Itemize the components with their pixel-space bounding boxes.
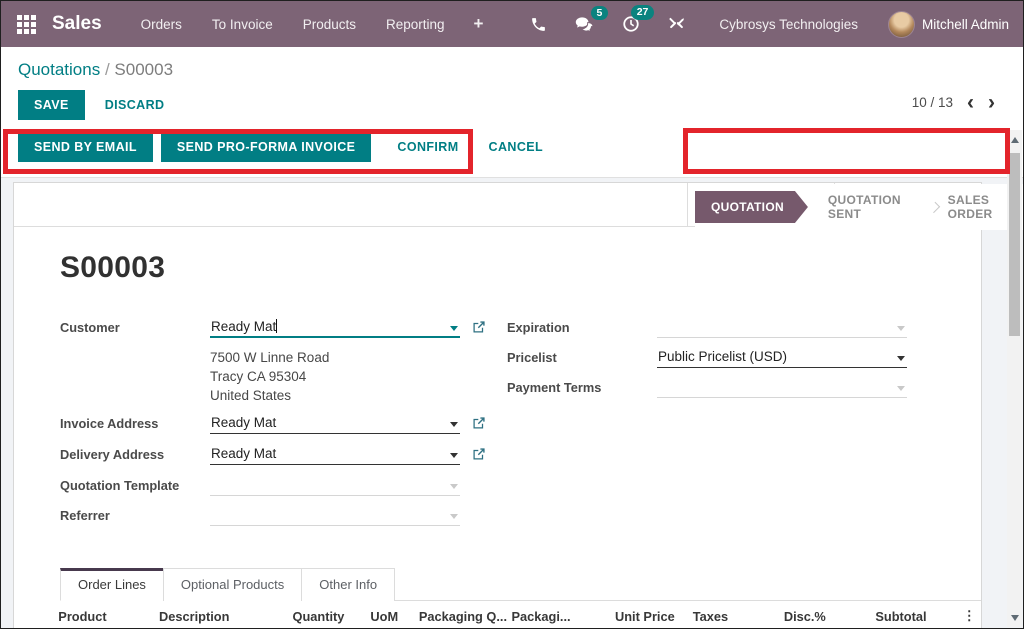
pager-next-icon[interactable]: › bbox=[988, 92, 995, 113]
confirm-button[interactable]: CONFIRM bbox=[385, 132, 470, 162]
delivery-address-label: Delivery Address bbox=[60, 444, 210, 462]
company-name[interactable]: Cybrosys Technologies bbox=[719, 17, 858, 32]
breadcrumb: Quotations / S00003 bbox=[1, 47, 1023, 80]
nav-plus-menu[interactable]: + bbox=[460, 14, 498, 34]
pager-previous-icon[interactable]: ‹ bbox=[967, 92, 974, 113]
breadcrumb-separator: / bbox=[100, 60, 114, 79]
save-button[interactable]: SAVE bbox=[18, 90, 85, 120]
col-description[interactable]: Description bbox=[155, 601, 270, 629]
quotation-template-field[interactable] bbox=[210, 475, 460, 496]
col-packaging[interactable]: Packagi... bbox=[508, 601, 587, 629]
scroll-up-icon[interactable] bbox=[1007, 132, 1022, 147]
odoo-sales-window: Sales Orders To Invoice Products Reporti… bbox=[0, 0, 1024, 629]
pricelist-field[interactable]: Public Pricelist (USD) bbox=[657, 347, 907, 368]
col-subtotal[interactable]: Subtotal bbox=[830, 601, 931, 629]
chevron-down-icon[interactable] bbox=[450, 453, 458, 458]
chevron-down-icon[interactable] bbox=[450, 422, 458, 427]
tab-optional-products[interactable]: Optional Products bbox=[163, 568, 302, 601]
delivery-address-field[interactable]: Ready Mat bbox=[210, 444, 460, 465]
customer-address: 7500 W Linne Road Tracy CA 95304 United … bbox=[210, 348, 507, 405]
invoice-address-label: Invoice Address bbox=[60, 413, 210, 431]
invoice-address-external-link-icon[interactable] bbox=[472, 416, 486, 435]
chevron-down-icon[interactable] bbox=[450, 484, 458, 489]
record-title: S00003 bbox=[60, 251, 981, 285]
col-product[interactable]: Product bbox=[54, 601, 155, 629]
payment-terms-field[interactable] bbox=[657, 377, 907, 398]
activities-clock-icon[interactable]: 27 bbox=[610, 11, 652, 37]
col-trash bbox=[931, 601, 959, 629]
col-unit-price[interactable]: Unit Price bbox=[586, 601, 679, 629]
stage-separator-icon bbox=[928, 201, 939, 212]
top-navbar: Sales Orders To Invoice Products Reporti… bbox=[1, 1, 1023, 47]
send-by-email-button[interactable]: SEND BY EMAIL bbox=[18, 132, 153, 162]
nav-menu-products[interactable]: Products bbox=[288, 17, 371, 32]
chevron-down-icon[interactable] bbox=[897, 386, 905, 391]
nav-menu-reporting[interactable]: Reporting bbox=[371, 17, 460, 32]
col-taxes[interactable]: Taxes bbox=[679, 601, 745, 629]
quotation-template-label: Quotation Template bbox=[60, 475, 210, 493]
pager-count: 10 / 13 bbox=[912, 95, 953, 110]
statusbar: QUOTATION QUOTATION SENT SALES ORDER bbox=[695, 184, 1023, 230]
stage-quotation-sent[interactable]: QUOTATION SENT bbox=[822, 184, 919, 230]
optional-columns-icon[interactable]: ⋮ bbox=[959, 601, 981, 629]
invoice-address-field[interactable]: Ready Mat bbox=[210, 413, 460, 434]
user-avatar bbox=[888, 11, 915, 38]
pricelist-label: Pricelist bbox=[507, 347, 657, 365]
form-view-area: 1 Projects Customer Preview S00003 Cust bbox=[1, 178, 1023, 629]
messages-badge: 5 bbox=[591, 6, 609, 21]
expiration-label: Expiration bbox=[507, 317, 657, 335]
customer-label: Customer bbox=[60, 317, 210, 335]
tools-icon[interactable] bbox=[656, 12, 697, 37]
user-menu[interactable]: Mitchell Admin bbox=[888, 11, 1009, 38]
text-cursor bbox=[276, 319, 277, 333]
chevron-down-icon[interactable] bbox=[450, 326, 458, 331]
tab-other-info[interactable]: Other Info bbox=[301, 568, 395, 601]
col-quantity[interactable]: Quantity bbox=[270, 601, 349, 629]
scroll-down-icon[interactable] bbox=[1007, 610, 1022, 625]
cancel-button[interactable]: CANCEL bbox=[477, 132, 555, 162]
expiration-field[interactable] bbox=[657, 317, 907, 338]
nav-menu-orders[interactable]: Orders bbox=[126, 17, 197, 32]
col-discount[interactable]: Disc.% bbox=[745, 601, 830, 629]
breadcrumb-quotations[interactable]: Quotations bbox=[18, 60, 100, 79]
order-lines-table: Product Description Quantity UoM Packagi… bbox=[14, 601, 981, 629]
customer-external-link-icon[interactable] bbox=[472, 320, 486, 339]
scrollbar-thumb[interactable] bbox=[1009, 153, 1020, 336]
control-panel: Quotations / S00003 SAVE DISCARD 10 / 13… bbox=[1, 47, 1023, 178]
notebook-tabs: Order Lines Optional Products Other Info bbox=[60, 567, 981, 601]
tab-order-lines[interactable]: Order Lines bbox=[60, 568, 164, 601]
voip-phone-icon[interactable] bbox=[518, 12, 559, 37]
apps-grid-icon[interactable] bbox=[17, 15, 36, 34]
col-uom[interactable]: UoM bbox=[348, 601, 414, 629]
referrer-label: Referrer bbox=[60, 505, 210, 523]
referrer-field[interactable] bbox=[210, 505, 460, 526]
breadcrumb-current: S00003 bbox=[114, 60, 173, 79]
nav-menu-to-invoice[interactable]: To Invoice bbox=[197, 17, 288, 32]
chevron-down-icon[interactable] bbox=[450, 514, 458, 519]
chevron-down-icon[interactable] bbox=[897, 326, 905, 331]
form-sheet: 1 Projects Customer Preview S00003 Cust bbox=[13, 182, 982, 629]
messages-icon[interactable]: 5 bbox=[563, 12, 606, 37]
vertical-scrollbar[interactable] bbox=[1007, 130, 1022, 627]
activities-badge: 27 bbox=[631, 5, 655, 20]
app-name[interactable]: Sales bbox=[52, 13, 102, 35]
discard-button[interactable]: DISCARD bbox=[93, 90, 177, 120]
stage-quotation[interactable]: QUOTATION bbox=[695, 191, 808, 223]
payment-terms-label: Payment Terms bbox=[507, 377, 657, 395]
user-name: Mitchell Admin bbox=[922, 17, 1009, 32]
col-packaging-qty[interactable]: Packaging Q... bbox=[415, 601, 508, 629]
send-proforma-invoice-button[interactable]: SEND PRO-FORMA INVOICE bbox=[161, 132, 371, 162]
delivery-address-external-link-icon[interactable] bbox=[472, 447, 486, 466]
customer-field[interactable]: Ready Mat bbox=[210, 317, 460, 338]
col-handle bbox=[14, 601, 54, 629]
chevron-down-icon[interactable] bbox=[897, 356, 905, 361]
